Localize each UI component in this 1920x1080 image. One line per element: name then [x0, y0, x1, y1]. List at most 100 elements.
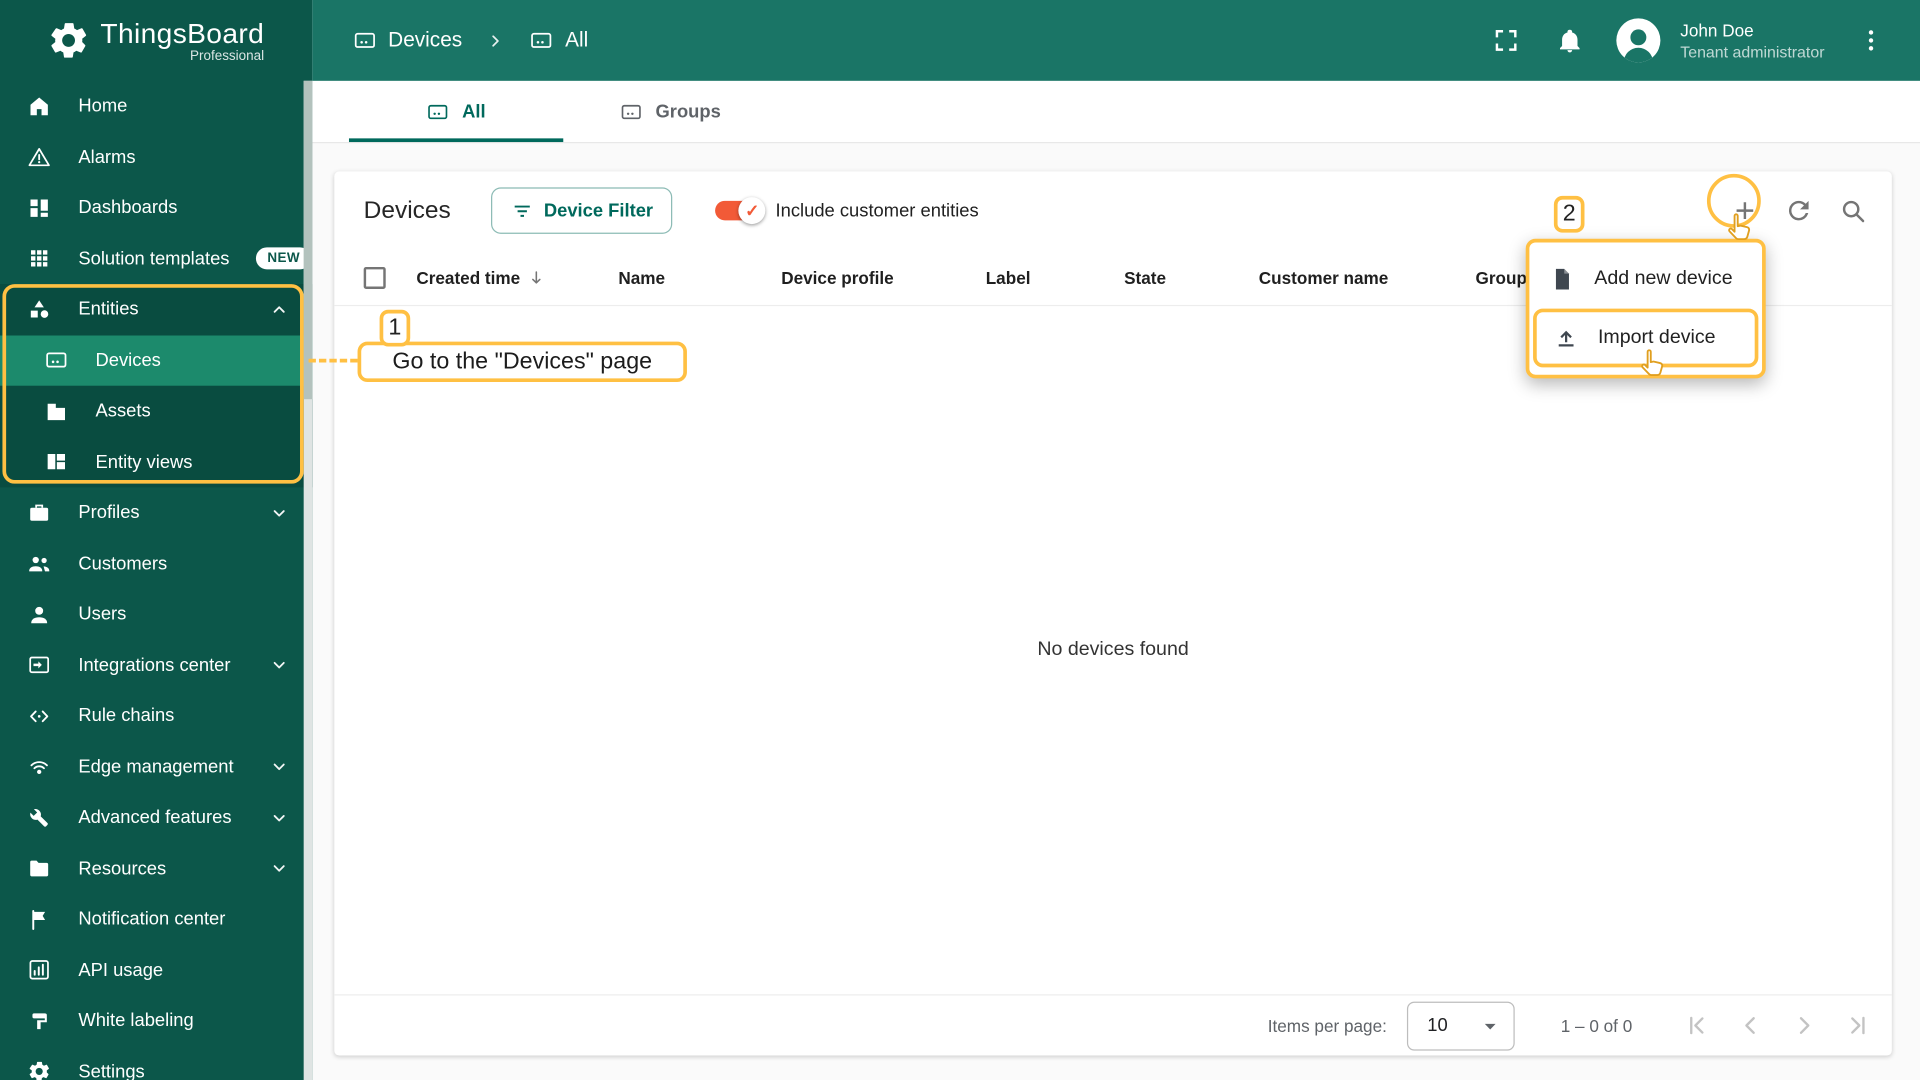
caret-down-icon — [1476, 1012, 1503, 1039]
include-customer-entities-toggle[interactable]: ✓ — [715, 197, 766, 225]
menu-item-label: Import device — [1597, 326, 1716, 348]
sidebar-item-label: Rule chains — [78, 705, 175, 727]
paginator: Items per page: 10 1 – 0 of 0 — [334, 994, 1892, 1055]
sidebar-item-label: Solution templates — [78, 248, 230, 270]
chevron-down-icon — [268, 807, 290, 829]
sidebar-item-devices[interactable]: Devices — [0, 334, 313, 386]
tab-label: All — [462, 101, 486, 122]
next-page-button[interactable] — [1777, 999, 1831, 1053]
fullscreen-button[interactable] — [1489, 23, 1523, 57]
chevron-down-icon — [268, 502, 290, 524]
sidebar-item-label: Home — [78, 95, 128, 117]
user-role: Tenant administrator — [1680, 42, 1825, 61]
tab-all[interactable]: All — [348, 81, 564, 143]
entities-group: Entities Devices Assets Entity views — [0, 284, 313, 488]
app-name: ThingsBoard — [100, 17, 265, 49]
sidebar-item-label: Entity views — [95, 451, 193, 473]
menu-item-import-device[interactable]: Import device — [1533, 308, 1759, 368]
menu-item-add-new-device[interactable]: Add new device — [1533, 250, 1758, 309]
people-icon — [27, 551, 51, 575]
first-page-button[interactable] — [1669, 999, 1723, 1053]
filter-icon — [511, 199, 534, 222]
sidebar-item-advanced-features[interactable]: Advanced features — [0, 792, 312, 843]
sidebar-item-users[interactable]: Users — [0, 589, 312, 640]
sidebar-item-label: Devices — [95, 349, 161, 371]
sidebar-item-edge-management[interactable]: Edge management — [0, 741, 312, 792]
sidebar-scrollbar[interactable] — [303, 80, 313, 1080]
notifications-button[interactable] — [1553, 23, 1587, 57]
thingsboard-gear-icon — [47, 18, 91, 62]
sidebar-item-alarms[interactable]: Alarms — [0, 132, 312, 183]
more-menu-button[interactable] — [1854, 23, 1888, 57]
upload-icon — [1553, 324, 1580, 351]
sidebar-item-dashboards[interactable]: Dashboards — [0, 182, 312, 233]
file-icon — [1549, 266, 1576, 293]
devices-icon — [44, 348, 68, 372]
page-title: Devices — [363, 196, 451, 224]
sidebar-item-label: Integrations center — [78, 654, 231, 676]
device-filter-button[interactable]: Device Filter — [491, 187, 673, 234]
sidebar-item-label: Settings — [78, 1061, 145, 1080]
breadcrumb-devices[interactable]: Devices — [353, 28, 463, 52]
warning-icon — [27, 145, 51, 169]
refresh-button[interactable] — [1772, 184, 1826, 238]
briefcase-icon — [27, 501, 51, 525]
sidebar-item-home[interactable]: Home — [0, 81, 312, 132]
last-page-button[interactable] — [1831, 999, 1885, 1053]
tab-groups[interactable]: Groups — [563, 81, 777, 142]
first-page-icon — [1682, 1011, 1710, 1039]
add-device-button[interactable] — [1718, 184, 1772, 238]
breadcrumb-all[interactable]: All — [530, 28, 589, 52]
column-header-device-profile[interactable]: Device profile — [781, 268, 985, 288]
sidebar-item-rule-chains[interactable]: Rule chains — [0, 691, 312, 742]
search-button[interactable] — [1826, 184, 1880, 238]
entity-views-icon — [44, 450, 68, 474]
thingsboard-app: ThingsBoard Professional Home Alarms Das… — [0, 0, 1920, 1080]
sidebar-item-resources[interactable]: Resources — [0, 843, 312, 894]
sidebar-item-solution-templates[interactable]: Solution templates NEW — [0, 233, 312, 284]
column-header-name[interactable]: Name — [618, 268, 781, 288]
breadcrumb-label: All — [565, 28, 589, 52]
search-icon — [1838, 196, 1867, 225]
column-header-customer-name[interactable]: Customer name — [1259, 268, 1476, 288]
chevron-up-icon — [268, 298, 290, 320]
sidebar-item-label: Entities — [78, 299, 139, 320]
sidebar-item-entities[interactable]: Entities — [0, 284, 312, 335]
sidebar-item-customers[interactable]: Customers — [0, 538, 312, 589]
chevron-left-icon — [1736, 1011, 1764, 1039]
sidebar-item-api-usage[interactable]: API usage — [0, 945, 312, 996]
page-size-select[interactable]: 10 — [1406, 1001, 1515, 1050]
sidebar-item-entity-views[interactable]: Entity views — [0, 437, 312, 488]
sidebar-item-notification-center[interactable]: Notification center — [0, 894, 312, 945]
sidebar-item-integrations-center[interactable]: Integrations center — [0, 640, 312, 691]
sidebar-item-white-labeling[interactable]: White labeling — [0, 996, 312, 1047]
table-empty-state: No devices found — [334, 306, 1892, 994]
column-header-state[interactable]: State — [1124, 268, 1259, 288]
dashboard-icon — [27, 196, 51, 220]
code-brackets-icon — [27, 704, 51, 728]
sidebar-item-label: Dashboards — [78, 197, 178, 219]
app-logo[interactable]: ThingsBoard Professional — [0, 0, 312, 81]
gear-icon — [27, 1059, 51, 1080]
paint-icon — [27, 1009, 51, 1033]
toggle-label: Include customer entities — [775, 200, 979, 222]
items-per-page-label: Items per page: — [1267, 1015, 1387, 1036]
sidebar-item-label: Users — [78, 603, 127, 625]
breadcrumb-label: Devices — [388, 28, 463, 52]
column-header-created-time[interactable]: Created time — [416, 266, 618, 288]
apps-grid-icon — [27, 246, 51, 270]
home-icon — [27, 94, 51, 118]
previous-page-button[interactable] — [1723, 999, 1777, 1053]
sidebar-item-profiles[interactable]: Profiles — [0, 487, 312, 538]
select-all-checkbox[interactable] — [363, 266, 386, 289]
sidebar-item-label: Assets — [95, 400, 151, 422]
column-header-label[interactable]: Label — [986, 268, 1124, 288]
tools-icon — [27, 805, 51, 829]
avatar[interactable] — [1616, 18, 1661, 63]
integration-icon — [27, 653, 51, 677]
devices-group-icon — [620, 100, 643, 123]
sidebar-item-assets[interactable]: Assets — [0, 386, 312, 437]
fullscreen-icon — [1492, 26, 1521, 55]
sidebar-item-settings[interactable]: Settings — [0, 1046, 312, 1080]
devices-icon — [353, 28, 377, 52]
